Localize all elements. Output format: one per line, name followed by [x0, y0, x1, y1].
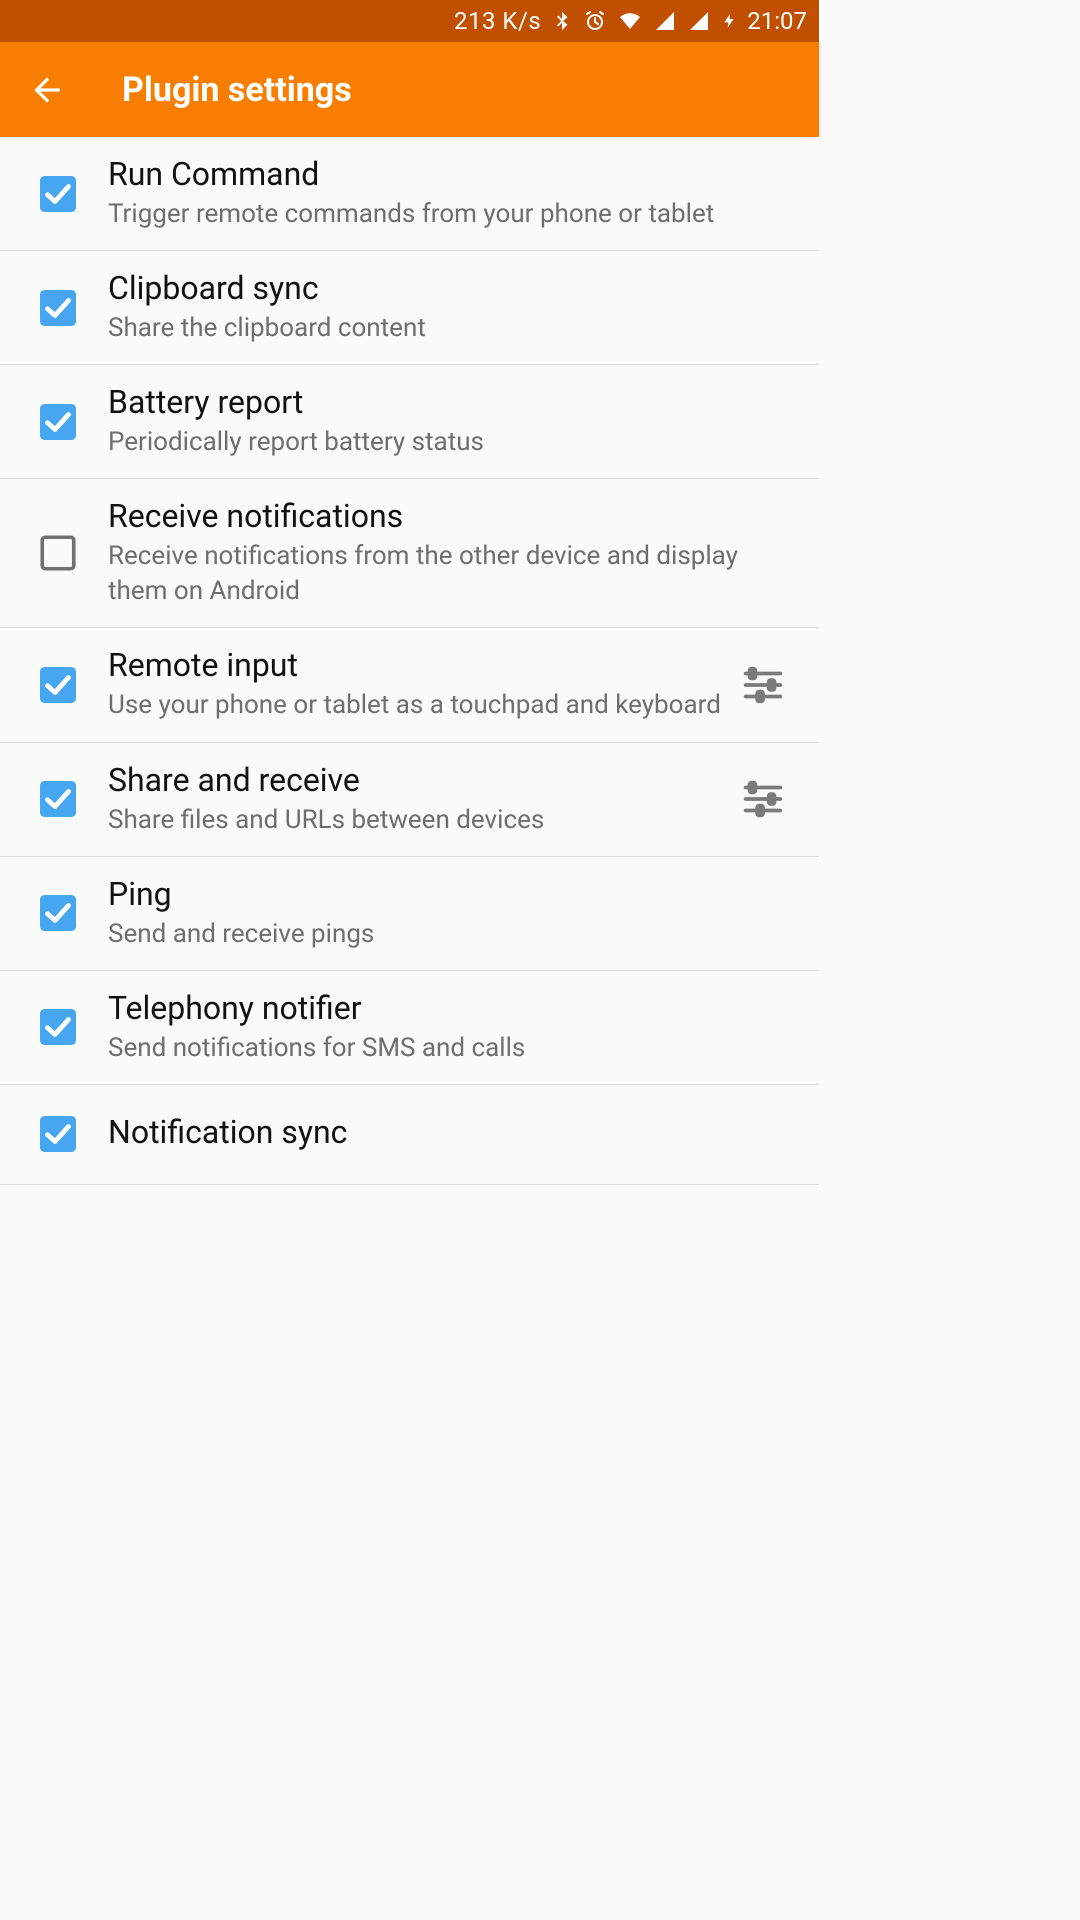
- back-arrow-icon: [28, 71, 66, 109]
- checkbox-ping[interactable]: [8, 895, 108, 931]
- plugin-subtitle: Share files and URLs between devices: [108, 803, 723, 838]
- clock: 21:07: [747, 7, 807, 35]
- plugin-row-battery-report[interactable]: Battery report Periodically report batter…: [0, 365, 819, 479]
- alarm-icon: [583, 9, 607, 33]
- plugin-row-ping[interactable]: Ping Send and receive pings: [0, 857, 819, 971]
- plugin-text: Receive notifications Receive notificatio…: [108, 497, 803, 609]
- charging-icon: [721, 8, 737, 34]
- plugin-subtitle: Periodically report battery status: [108, 425, 803, 460]
- network-speed: 213 K/s: [454, 7, 541, 35]
- plugin-title: Run Command: [108, 155, 803, 193]
- checkbox-checked-icon: [40, 404, 76, 440]
- plugin-title: Remote input: [108, 646, 723, 684]
- plugin-title: Receive notifications: [108, 497, 803, 535]
- sliders-icon: [740, 776, 786, 822]
- plugin-text: Notification sync: [108, 1113, 803, 1155]
- checkbox-share-and-receive[interactable]: [8, 781, 108, 817]
- plugin-row-remote-input[interactable]: Remote input Use your phone or tablet as …: [0, 628, 819, 742]
- checkbox-clipboard-sync[interactable]: [8, 290, 108, 326]
- plugin-text: Run Command Trigger remote commands from …: [108, 155, 803, 232]
- plugin-text: Ping Send and receive pings: [108, 875, 803, 952]
- plugin-settings-button-remote-input[interactable]: [723, 662, 803, 708]
- wifi-icon: [617, 9, 643, 33]
- signal-icon-2: [687, 9, 711, 33]
- plugin-row-receive-notifications[interactable]: Receive notifications Receive notificatio…: [0, 479, 819, 628]
- plugin-text: Battery report Periodically report batter…: [108, 383, 803, 460]
- plugin-subtitle: Share the clipboard content: [108, 311, 803, 346]
- checkbox-unchecked-icon: [40, 535, 76, 571]
- plugin-title: Ping: [108, 875, 803, 913]
- checkbox-checked-icon: [40, 1009, 76, 1045]
- checkbox-checked-icon: [40, 176, 76, 212]
- plugin-title: Battery report: [108, 383, 803, 421]
- bluetooth-icon: [551, 10, 573, 32]
- checkbox-battery-report[interactable]: [8, 404, 108, 440]
- plugin-text: Share and receive Share files and URLs be…: [108, 761, 723, 838]
- checkbox-checked-icon: [40, 290, 76, 326]
- checkbox-run-command[interactable]: [8, 176, 108, 212]
- app-bar: Plugin settings: [0, 42, 819, 137]
- plugin-row-clipboard-sync[interactable]: Clipboard sync Share the clipboard conten…: [0, 251, 819, 365]
- plugin-subtitle: Send notifications for SMS and calls: [108, 1031, 803, 1066]
- signal-icon: [653, 9, 677, 33]
- checkbox-notification-sync[interactable]: [8, 1116, 108, 1152]
- checkbox-checked-icon: [40, 667, 76, 703]
- checkbox-receive-notifications[interactable]: [8, 535, 108, 571]
- plugin-subtitle: Trigger remote commands from your phone …: [108, 197, 803, 232]
- sliders-icon: [740, 662, 786, 708]
- checkbox-checked-icon: [40, 781, 76, 817]
- plugin-title: Clipboard sync: [108, 269, 803, 307]
- status-bar: 213 K/s 21:07: [0, 0, 819, 42]
- plugin-text: Telephony notifier Send notifications for…: [108, 989, 803, 1066]
- plugin-title: Notification sync: [108, 1113, 803, 1151]
- checkbox-checked-icon: [40, 1116, 76, 1152]
- plugin-row-share-and-receive[interactable]: Share and receive Share files and URLs be…: [0, 743, 819, 857]
- plugin-settings-button-share-and-receive[interactable]: [723, 776, 803, 822]
- checkbox-telephony-notifier[interactable]: [8, 1009, 108, 1045]
- back-button[interactable]: [12, 55, 82, 125]
- plugin-text: Remote input Use your phone or tablet as …: [108, 646, 723, 723]
- page-title: Plugin settings: [122, 70, 352, 110]
- plugin-row-run-command[interactable]: Run Command Trigger remote commands from …: [0, 137, 819, 251]
- plugin-subtitle: Use your phone or tablet as a touchpad a…: [108, 688, 723, 723]
- plugin-subtitle: Send and receive pings: [108, 917, 803, 952]
- plugin-subtitle: Receive notifications from the other dev…: [108, 539, 803, 609]
- plugin-title: Share and receive: [108, 761, 723, 799]
- plugin-row-notification-sync[interactable]: Notification sync: [0, 1085, 819, 1185]
- plugin-text: Clipboard sync Share the clipboard conten…: [108, 269, 803, 346]
- plugin-row-telephony-notifier[interactable]: Telephony notifier Send notifications for…: [0, 971, 819, 1085]
- checkbox-remote-input[interactable]: [8, 667, 108, 703]
- plugin-list: Run Command Trigger remote commands from …: [0, 137, 819, 1185]
- checkbox-checked-icon: [40, 895, 76, 931]
- plugin-title: Telephony notifier: [108, 989, 803, 1027]
